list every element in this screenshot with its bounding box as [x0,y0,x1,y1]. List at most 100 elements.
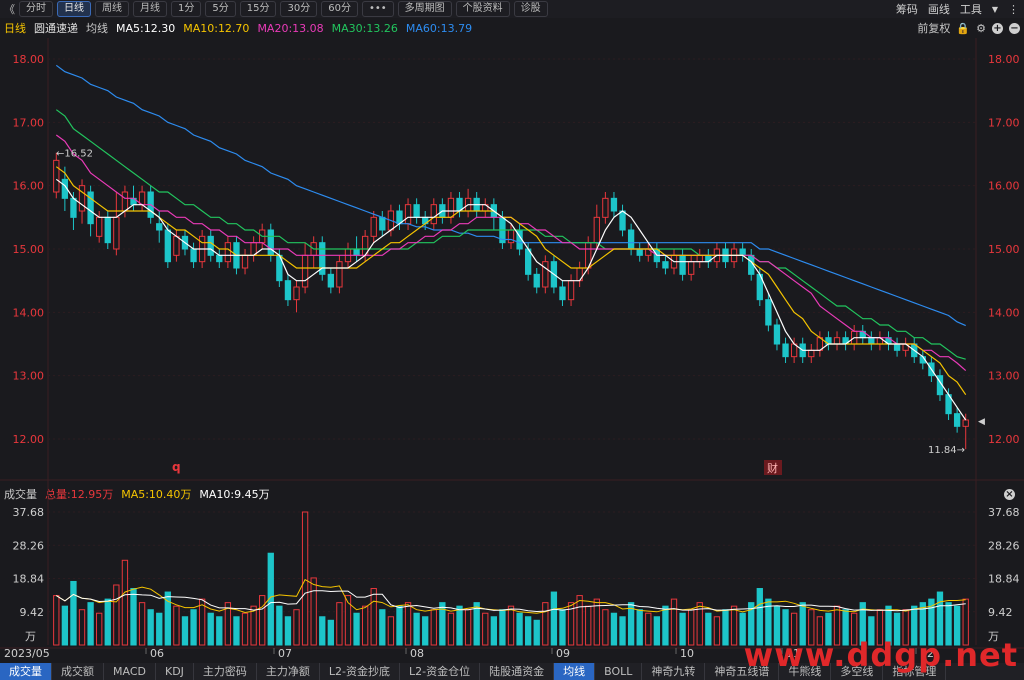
volume-bar [327,619,334,646]
volume-bar [173,605,180,646]
candle-body [696,254,703,263]
candle-body [241,254,249,269]
volume-bar [585,605,592,646]
volume-axis-label-left: 9.42 [20,606,45,619]
candle-body [679,254,686,275]
volume-bar [61,605,69,646]
price-axis-label-left: 16.00 [13,180,45,193]
candle-body [96,216,103,237]
candle-body [121,191,129,212]
candle-body [413,204,420,218]
volume-bar [190,609,197,646]
candle-body [688,261,695,275]
volume-axis-label-right: 28.26 [988,539,1020,552]
date-label: 06 [150,647,164,660]
candle-body [765,299,772,326]
volume-bar [379,609,386,646]
volume-bar [404,602,412,646]
volume-bar [284,616,292,646]
volume-bar [722,609,729,646]
candle-body [430,204,437,225]
candle-body [336,261,343,288]
volume-bar [413,612,420,646]
candle-body [868,337,875,345]
volume-bar [87,602,94,646]
candle-body [353,248,360,256]
candle-body [284,280,292,301]
volume-bar [670,598,678,646]
price-axis-label-right: 18.00 [988,53,1020,66]
candle-body [593,216,600,244]
ma60-line [55,64,966,327]
volume-bar [430,609,437,646]
candle-body [542,261,549,288]
volume-bar [138,602,146,646]
volume-bar [121,559,129,646]
volume-bar [447,612,455,646]
volume-bar [241,612,249,646]
price-axis-label-left: 14.00 [13,306,45,319]
candle-body [533,273,540,288]
volume-bar [207,612,214,646]
volume-bar [259,595,266,646]
price-axis-label-left: 17.00 [13,116,45,129]
price-axis-label-left: 13.00 [13,370,45,383]
volume-axis-label-right: 18.84 [988,573,1020,586]
candle-body [808,349,815,358]
candle-body [953,413,961,427]
candle-body [173,235,180,256]
candle-body [293,286,300,301]
candle-body [370,216,377,237]
watermark: www.ddgp.net [743,636,1018,674]
candle-body [267,229,274,256]
volume-bar [456,605,463,646]
candle-body [224,242,232,263]
candle-body [662,261,669,269]
volume-bar [216,616,223,646]
volume-bar [370,588,377,646]
volume-bar [679,612,686,646]
volume-bar [147,609,154,646]
volume-bar [653,616,661,646]
current-price-marker: ◀ [978,417,985,427]
volume-bar [301,511,309,646]
volume-bar [113,584,120,646]
volume-bar [610,612,618,646]
volume-bar [130,588,137,646]
volume-bar [96,612,103,646]
candle-body [619,210,626,231]
volume-bar [662,605,669,646]
volume-bar [336,602,343,646]
date-label: 2023/05 [4,647,50,660]
volume-unit-left: 万 [25,630,36,643]
volume-bar [387,616,395,646]
price-axis-label-left: 12.00 [13,433,45,446]
candle-body [627,229,635,250]
candle-body [773,324,781,345]
ma10-line [55,166,967,396]
candle-body [893,343,901,351]
volume-bar [524,616,532,646]
candle-body [833,337,841,345]
candle-body [447,197,455,218]
candle-body [636,248,643,256]
price-axis-label-right: 17.00 [988,116,1020,129]
volume-bar [319,616,326,646]
volume-bar [619,616,626,646]
volume-bar [361,605,369,646]
candle-body [782,343,789,358]
kline-chart[interactable]: 18.00 18.00 17.00 17.00 16.00 16.00 15.00 15.00… [0,0,1024,680]
date-label: 09 [556,647,570,660]
volume-bar [559,609,566,646]
price-axis-label-left: 15.00 [13,243,45,256]
volume-bar [353,612,360,646]
candle-body [602,197,609,218]
volume-bar [78,609,86,646]
candle-body [404,204,412,225]
event-marker-cai: 财 [767,461,778,475]
high-price-label: ←16.52 [56,149,93,160]
candle-body [104,216,111,244]
volume-bar [233,616,240,646]
volume-axis-label-left: 28.26 [13,539,45,552]
volume-bar [730,605,738,646]
